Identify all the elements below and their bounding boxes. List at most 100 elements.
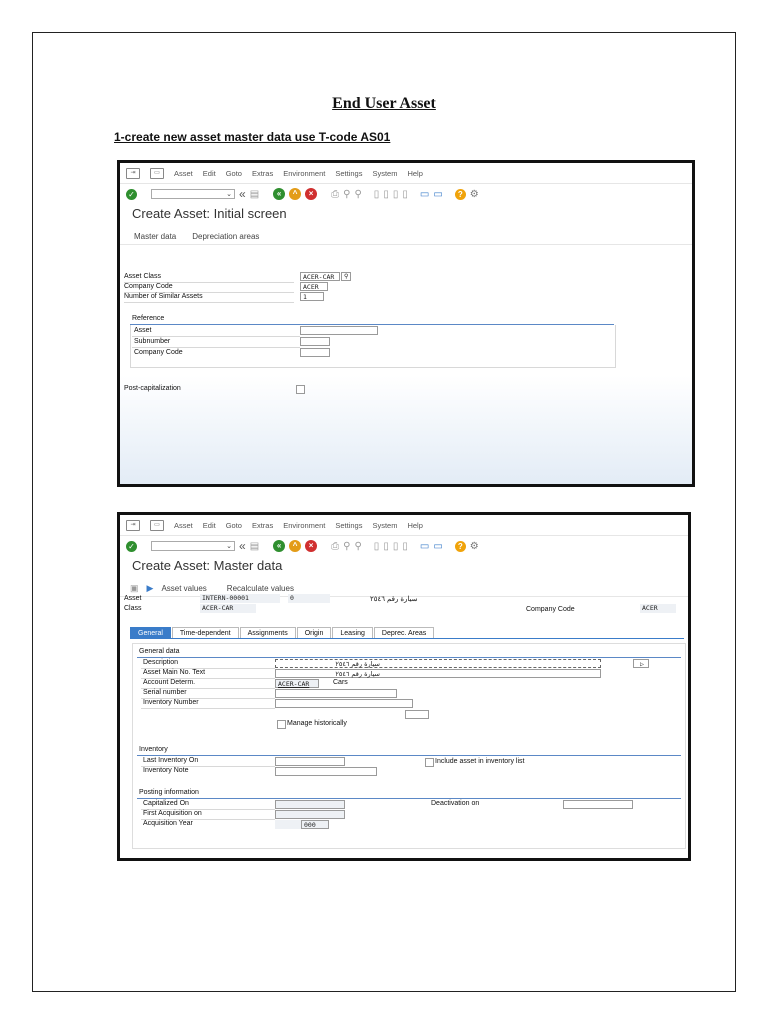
save-icon[interactable]: ▤ <box>250 541 259 552</box>
inventory-note-field[interactable] <box>275 767 377 776</box>
depreciation-areas-button[interactable]: Depreciation areas <box>192 232 259 241</box>
find-icon[interactable]: ⚲ <box>343 541 350 552</box>
recalculate-values-button[interactable]: Recalculate values <box>227 584 294 593</box>
menu-bar: ⇥ ▭ Asset Edit Goto Extras Environment S… <box>120 163 692 184</box>
menu-system[interactable]: System <box>372 169 397 178</box>
menu-system[interactable]: System <box>372 521 397 530</box>
settings-gear-icon[interactable]: ⚙ <box>470 541 479 552</box>
account-determ-label: Account Determ. <box>143 679 196 686</box>
menu-goto[interactable]: Goto <box>226 521 242 530</box>
exit-icon[interactable]: ^ <box>289 188 302 200</box>
acquisition-year-label: Acquisition Year <box>143 820 193 827</box>
menu-edit[interactable]: Edit <box>203 521 216 530</box>
command-field[interactable]: ⌄ <box>151 189 235 199</box>
shortcut-icon[interactable]: ▭ <box>433 189 442 200</box>
inventory-number-label: Inventory Number <box>143 699 199 706</box>
settings-gear-icon[interactable]: ⚙ <box>470 189 479 200</box>
similar-assets-field[interactable]: 1 <box>300 292 324 301</box>
last-page-icon[interactable]: ▯ <box>402 541 408 552</box>
prev-page-icon[interactable]: ▯ <box>383 541 389 552</box>
find-next-icon[interactable]: ⚲ <box>354 189 361 200</box>
menu-exit-icon[interactable]: ⇥ <box>126 167 140 179</box>
menu-customize-icon[interactable]: ▭ <box>150 519 164 531</box>
back-icon[interactable]: « <box>273 188 286 200</box>
post-capitalization-checkbox[interactable] <box>296 385 305 394</box>
description-field[interactable]: سيارة رقم ٢٥٤٦ <box>275 659 601 668</box>
standard-toolbar: ✓ ⌄ « ▤ « ^ × ⎙ ⚲ ⚲ ▯ ▯ ▯ ▯ ▭ ▭ ? ⚙ <box>120 184 692 204</box>
find-icon[interactable]: ⚲ <box>343 189 350 200</box>
asset-number-field: INTERN-00001 <box>200 594 280 603</box>
menu-environment[interactable]: Environment <box>283 521 325 530</box>
find-next-icon[interactable]: ⚲ <box>354 541 361 552</box>
cancel-icon[interactable]: × <box>305 188 318 200</box>
ref-subnumber-field[interactable] <box>300 337 330 346</box>
step-heading: 1-create new asset master data use T-cod… <box>114 130 391 144</box>
exit-icon[interactable]: ^ <box>289 540 302 552</box>
menu-extras[interactable]: Extras <box>252 169 273 178</box>
long-text-icon[interactable]: ▷ <box>633 659 649 668</box>
asset-class-field[interactable]: ACER-CAR <box>300 272 340 281</box>
command-field[interactable]: ⌄ <box>151 541 235 551</box>
menu-customize-icon[interactable]: ▭ <box>150 167 164 179</box>
enter-icon[interactable]: ✓ <box>126 188 137 200</box>
menu-help[interactable]: Help <box>407 521 422 530</box>
general-data-title: General data <box>139 648 180 655</box>
asset-values-button[interactable]: Asset values <box>161 584 206 593</box>
print-icon[interactable]: ⎙ <box>331 541 339 552</box>
account-determ-field[interactable]: ACER-CAR <box>275 679 319 688</box>
ref-company-label: Company Code <box>134 349 183 356</box>
inventory-number-field[interactable] <box>275 699 413 708</box>
company-code-label: Company Code <box>124 283 173 290</box>
overview-icon[interactable]: ▣ <box>130 583 139 594</box>
first-page-icon[interactable]: ▯ <box>374 541 380 552</box>
shortcut-icon[interactable]: ▭ <box>433 541 442 552</box>
help-icon[interactable]: ? <box>454 188 466 200</box>
master-data-button[interactable]: Master data <box>134 232 176 241</box>
ref-asset-field[interactable] <box>300 326 378 335</box>
ref-company-field[interactable] <box>300 348 330 357</box>
manage-historically-checkbox[interactable] <box>277 720 286 729</box>
extra-field[interactable] <box>405 710 429 719</box>
menu-goto[interactable]: Goto <box>226 169 242 178</box>
deactivation-on-label: Deactivation on <box>431 800 480 807</box>
serial-number-field[interactable] <box>275 689 397 698</box>
menu-asset[interactable]: Asset <box>174 169 193 178</box>
back-icon[interactable]: « <box>273 540 286 552</box>
prev-page-icon[interactable]: ▯ <box>383 189 389 200</box>
asset-values-icon[interactable]: ▶ <box>147 583 154 594</box>
company-code-label: Company Code <box>526 606 575 613</box>
help-icon[interactable]: ? <box>454 540 466 552</box>
screenshot-initial-screen: ⇥ ▭ Asset Edit Goto Extras Environment S… <box>117 160 695 487</box>
menu-asset[interactable]: Asset <box>174 521 193 530</box>
menu-environment[interactable]: Environment <box>283 169 325 178</box>
first-page-icon[interactable]: ▯ <box>374 189 380 200</box>
menu-exit-icon[interactable]: ⇥ <box>126 519 140 531</box>
search-help-icon[interactable]: ⚲ <box>341 272 351 281</box>
save-icon[interactable]: ▤ <box>250 189 259 200</box>
cancel-icon[interactable]: × <box>305 540 318 552</box>
double-left-icon[interactable]: « <box>239 539 246 553</box>
menu-edit[interactable]: Edit <box>203 169 216 178</box>
main-text-field[interactable]: سيارة رقم ٢٥٤٦ <box>275 669 601 678</box>
enter-icon[interactable]: ✓ <box>126 540 137 552</box>
class-field: ACER-CAR <box>200 604 256 613</box>
deactivation-on-field[interactable] <box>563 800 633 809</box>
menu-settings[interactable]: Settings <box>335 169 362 178</box>
new-session-icon[interactable]: ▭ <box>420 189 429 200</box>
next-page-icon[interactable]: ▯ <box>393 189 399 200</box>
screen-body: Asset Class ACER-CAR ⚲ Company Code ACER… <box>120 267 692 484</box>
inventory-note-label: Inventory Note <box>143 767 189 774</box>
menu-extras[interactable]: Extras <box>252 521 273 530</box>
manage-historically-label: Manage historically <box>287 720 347 727</box>
next-page-icon[interactable]: ▯ <box>393 541 399 552</box>
company-code-field[interactable]: ACER <box>300 282 328 291</box>
last-page-icon[interactable]: ▯ <box>402 189 408 200</box>
double-left-icon[interactable]: « <box>239 187 246 201</box>
last-inventory-field[interactable] <box>275 757 345 766</box>
new-session-icon[interactable]: ▭ <box>420 541 429 552</box>
menu-help[interactable]: Help <box>407 169 422 178</box>
first-acquisition-field <box>275 810 345 819</box>
menu-settings[interactable]: Settings <box>335 521 362 530</box>
include-inventory-checkbox[interactable] <box>425 758 434 767</box>
print-icon[interactable]: ⎙ <box>331 189 339 200</box>
